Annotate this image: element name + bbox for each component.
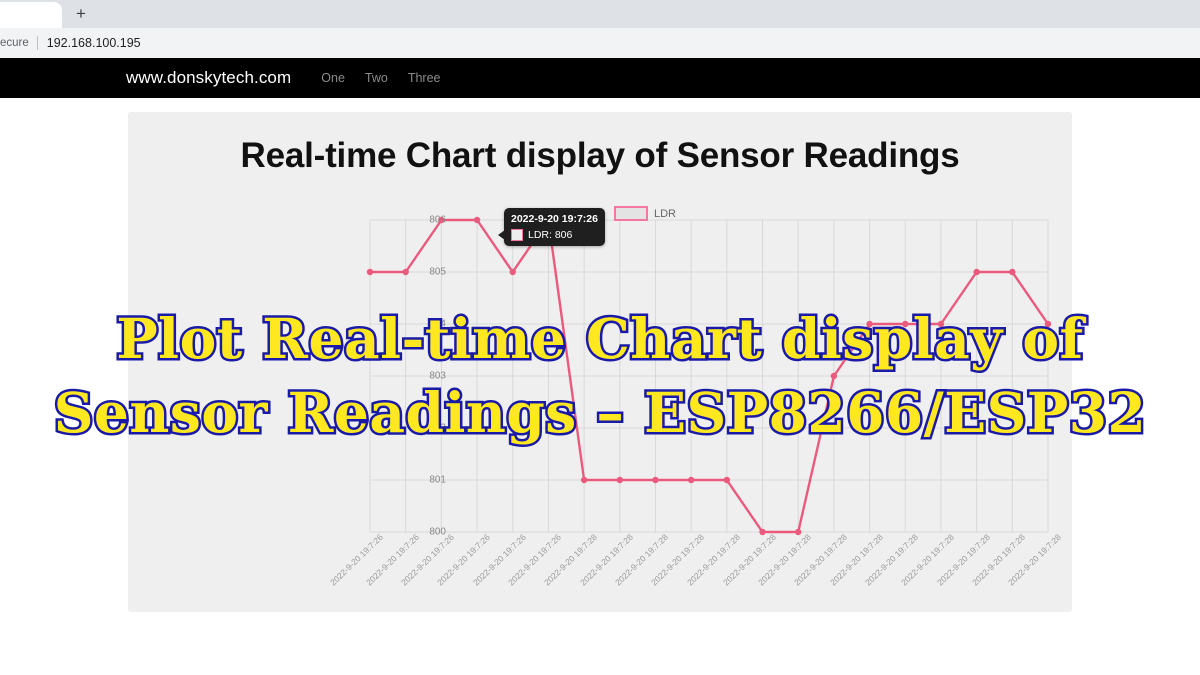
chart-legend[interactable]: LDR <box>614 206 676 221</box>
chart-tooltip: 2022-9-20 19:7:26 LDR: 806 <box>498 208 605 246</box>
legend-label-ldr: LDR <box>654 207 677 220</box>
url-text[interactable]: 192.168.100.195 <box>47 36 141 50</box>
browser-tab[interactable]: ver ✕ <box>0 2 62 28</box>
overlay-line-2: Sensor Readings – ESP8266/ESP32 <box>51 378 1148 448</box>
navbar-brand[interactable]: www.donskytech.com <box>126 68 291 88</box>
page-title: Real-time Chart display of Sensor Readin… <box>240 136 960 175</box>
tooltip-value: LDR: 806 <box>528 229 573 241</box>
tooltip-arrow <box>498 230 505 240</box>
y-axis-tick-label: 805 <box>429 266 446 278</box>
nav-link-three[interactable]: Three <box>408 71 441 85</box>
tooltip-row: LDR: 806 <box>511 229 598 241</box>
browser-chrome: ver ✕ + ecure 192.168.100.195 <box>0 0 1200 58</box>
address-bar-divider <box>36 36 38 50</box>
legend-swatch-ldr <box>614 206 648 221</box>
site-navbar: www.donskytech.com One Two Three <box>0 58 1200 98</box>
nav-link-two[interactable]: Two <box>365 71 388 85</box>
tab-strip: ver ✕ + <box>0 0 1200 28</box>
navbar-links: One Two Three <box>311 71 450 85</box>
tooltip-series-swatch <box>511 229 523 241</box>
y-axis-tick-label: 801 <box>429 474 446 486</box>
plus-icon[interactable]: + <box>72 5 90 23</box>
x-axis-labels: 2022-9-20 19:7:26 2022-9-20 19:7:26 2022-9… <box>328 532 1063 642</box>
security-status-label: ecure <box>0 37 29 49</box>
overlay-line-1: Plot Real-time Chart display of <box>114 304 1086 374</box>
overlay-headline: Plot Real-time Chart display of Sensor R… <box>0 302 1200 450</box>
tooltip-title: 2022-9-20 19:7:26 <box>511 213 598 225</box>
y-axis-tick-label: 806 <box>429 214 446 226</box>
nav-link-one[interactable]: One <box>321 71 345 85</box>
address-bar[interactable]: ecure 192.168.100.195 <box>0 28 1200 58</box>
